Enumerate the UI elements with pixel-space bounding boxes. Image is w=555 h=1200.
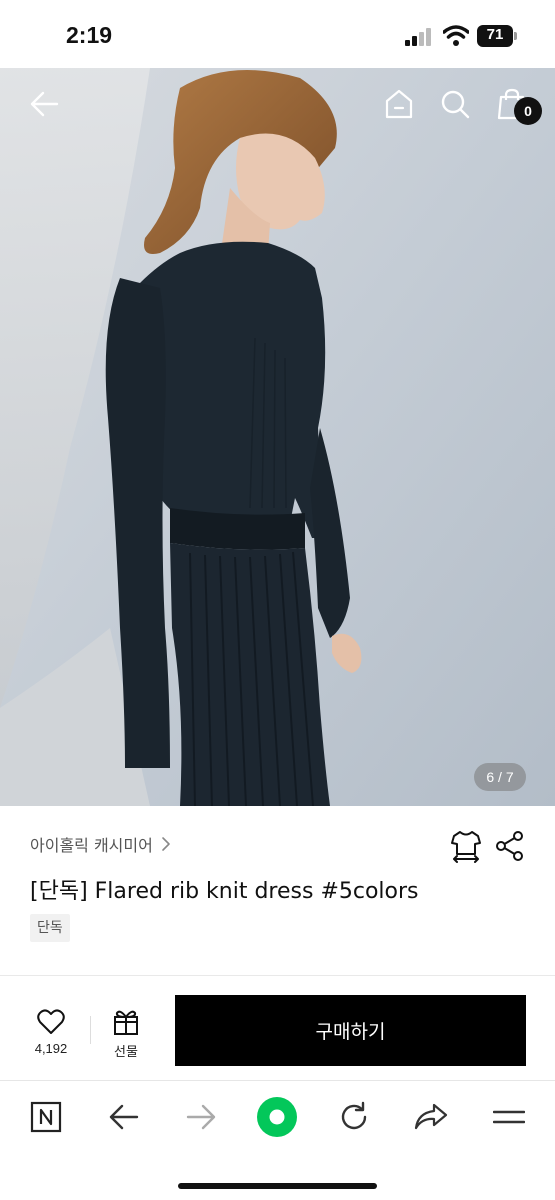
browser-back-button[interactable] [100, 1097, 148, 1137]
browser-share-button[interactable] [407, 1097, 455, 1137]
share-nodes-icon [496, 831, 523, 861]
chevron-right-icon [162, 837, 170, 851]
battery-level: 71 [486, 26, 504, 43]
brand-link[interactable]: 아이홀릭 캐시미어 [30, 832, 171, 856]
divider [0, 975, 555, 976]
menu-icon [493, 1110, 525, 1124]
like-button[interactable]: 4,192 [22, 1005, 80, 1061]
menu-button[interactable] [485, 1097, 533, 1137]
back-arrow-icon [30, 91, 59, 117]
home-button[interactable] [380, 84, 418, 124]
status-bar: 2:19 71 [0, 0, 555, 68]
gift-label: 선물 [114, 1045, 138, 1060]
forward-arrow-icon [186, 1104, 216, 1130]
wifi-icon [443, 25, 469, 46]
browser-toolbar [0, 1080, 555, 1200]
size-shirt-icon [451, 831, 481, 863]
brand-name: 아이홀릭 캐시미어 [30, 836, 153, 855]
size-guide-button[interactable] [450, 829, 482, 863]
refresh-icon [341, 1101, 367, 1130]
gift-button[interactable]: 선물 [100, 1005, 152, 1061]
cart-count-badge: 0 [514, 97, 542, 125]
buy-button[interactable]: 구매하기 [175, 995, 526, 1066]
home-icon [385, 89, 413, 119]
exclusive-tag: 단독 [30, 914, 70, 942]
back-arrow-icon [109, 1104, 139, 1130]
search-icon [441, 90, 470, 119]
like-count: 4,192 [34, 1041, 68, 1056]
search-button[interactable] [436, 84, 474, 124]
browser-forward-button[interactable] [177, 1097, 225, 1137]
naver-home-button[interactable] [22, 1097, 70, 1137]
refresh-button[interactable] [330, 1097, 378, 1137]
back-button[interactable] [22, 84, 66, 124]
home-indicator [178, 1183, 377, 1189]
action-separator [90, 1016, 91, 1044]
product-title: [단독] Flared rib knit dress #5colors [30, 879, 419, 904]
image-page-indicator: 6 / 7 [474, 763, 526, 791]
share-button[interactable] [494, 829, 526, 863]
share-icon [414, 1103, 448, 1130]
cellular-signal-icon [405, 28, 431, 46]
green-dot-icon [257, 1097, 297, 1137]
product-image-carousel[interactable] [0, 68, 555, 806]
status-time: 2:19 [66, 22, 113, 48]
naver-icon [30, 1101, 62, 1133]
gift-icon [114, 1010, 138, 1035]
green-dot-button[interactable] [253, 1097, 301, 1137]
product-photo [0, 68, 555, 806]
heart-icon [37, 1009, 65, 1034]
battery-icon: 71 [477, 25, 517, 47]
